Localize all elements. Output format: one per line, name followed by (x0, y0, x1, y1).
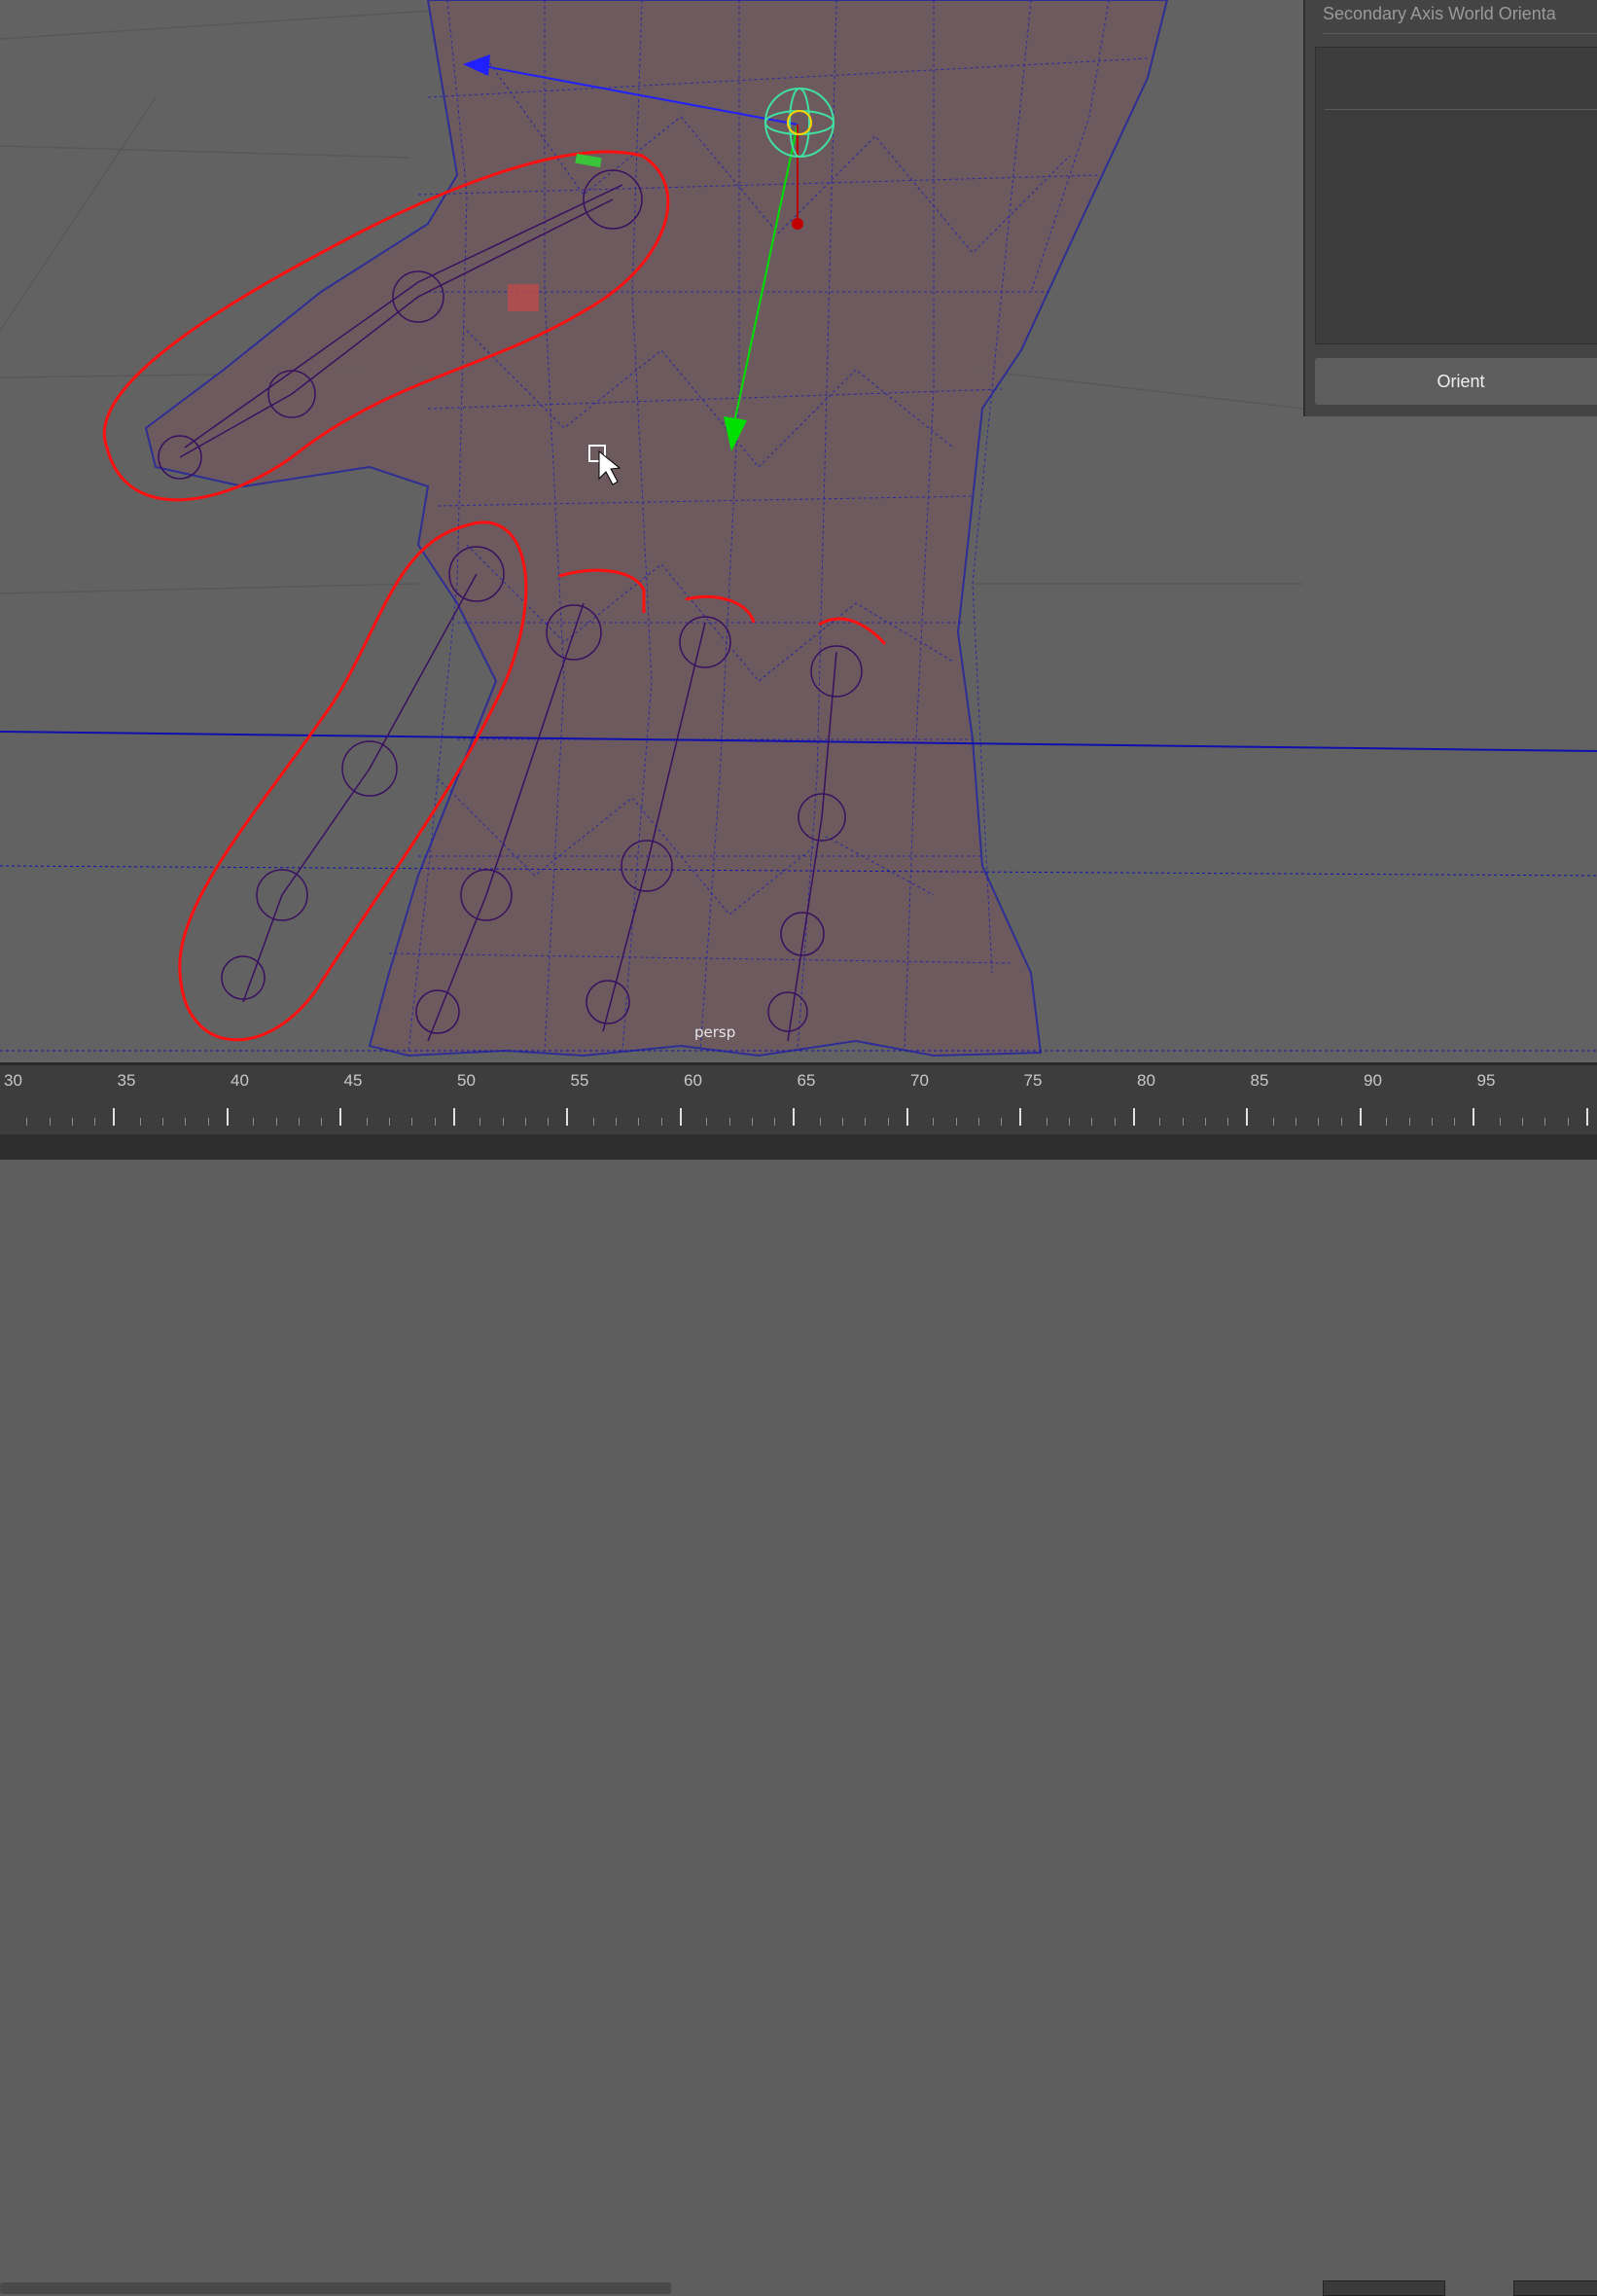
timeline-tick (679, 1108, 682, 1126)
timeline-minor-tick (207, 1118, 209, 1126)
timeline-tick-label: 75 (1023, 1071, 1043, 1090)
timeline-tick (793, 1108, 795, 1126)
timeline-minor-tick (955, 1118, 957, 1126)
timeline-minor-tick (434, 1118, 436, 1126)
timeline-minor-tick (1544, 1118, 1546, 1126)
timeline-minor-tick (479, 1118, 481, 1126)
timeline-minor-tick (819, 1118, 821, 1126)
timeline-minor-tick (1159, 1118, 1161, 1126)
timeline-minor-tick (1272, 1118, 1274, 1126)
timeline-minor-tick (1340, 1118, 1342, 1126)
divider (1325, 109, 1597, 110)
timeline-minor-tick (1408, 1118, 1410, 1126)
timeline-tick (339, 1108, 341, 1126)
time-slider[interactable]: 30 35 40 45 50 55 60 65 70 75 80 85 90 95 (0, 1062, 1597, 1135)
secondary-axis-world-orient-label: Secondary Axis World Orienta (1323, 0, 1597, 34)
timeline-tick-label: 60 (684, 1071, 702, 1090)
timeline-tick-label: 35 (117, 1071, 136, 1090)
timeline-tick (226, 1108, 229, 1126)
timeline-minor-tick (751, 1118, 753, 1126)
timeline-minor-tick (94, 1118, 96, 1126)
timeline-minor-tick (865, 1118, 867, 1126)
timeline-tick-label: 80 (1137, 1071, 1155, 1090)
timeline-tick (1019, 1108, 1021, 1126)
timeline-tick-label: 90 (1364, 1071, 1382, 1090)
timeline-tick (452, 1108, 455, 1126)
timeline-tick-label: 70 (910, 1071, 929, 1090)
timeline-minor-tick (616, 1118, 618, 1126)
timeline-minor-tick (774, 1118, 776, 1126)
timeline-tick (1473, 1108, 1474, 1126)
timeline-minor-tick (366, 1118, 368, 1126)
timeline-minor-tick (1182, 1118, 1184, 1126)
timeline-tick (1246, 1108, 1248, 1126)
range-end-field[interactable] (1513, 2280, 1597, 2296)
options-area (1315, 47, 1597, 344)
timeline-minor-tick (933, 1118, 935, 1126)
timeline-minor-tick (1431, 1118, 1433, 1126)
timeline-minor-tick (411, 1118, 413, 1126)
timeline-minor-tick (321, 1118, 323, 1126)
timeline-minor-tick (185, 1118, 187, 1126)
timeline-minor-tick (1567, 1118, 1569, 1126)
timeline-minor-tick (638, 1118, 640, 1126)
timeline-minor-tick (1114, 1118, 1116, 1126)
timeline-minor-tick (253, 1118, 255, 1126)
timeline-tick-label: 30 (4, 1071, 22, 1090)
timeline-minor-tick (1295, 1118, 1297, 1126)
timeline-tick-label: 45 (343, 1071, 363, 1090)
timeline-minor-tick (977, 1118, 979, 1126)
timeline-minor-tick (1499, 1118, 1501, 1126)
timeline-minor-tick (1204, 1118, 1206, 1126)
timeline-minor-tick (389, 1118, 391, 1126)
timeline-tick (1359, 1108, 1362, 1126)
joint-orient-panel: Secondary Axis World Orienta Orient (1303, 0, 1597, 416)
range-start-field[interactable] (1323, 2280, 1445, 2296)
timeline-minor-tick (660, 1118, 662, 1126)
timeline-minor-tick (49, 1118, 51, 1126)
timeline-minor-tick (71, 1118, 73, 1126)
timeline-tick-label: 85 (1250, 1071, 1269, 1090)
timeline-minor-tick (275, 1118, 277, 1126)
timeline-tick (1132, 1108, 1135, 1126)
timeline-tick (905, 1108, 908, 1126)
timeline-tick-label: 55 (570, 1071, 589, 1090)
timeline-minor-tick (1522, 1118, 1524, 1126)
timeline-minor-tick (524, 1118, 526, 1126)
timeline-tick-label: 40 (231, 1071, 249, 1090)
timeline-minor-tick (1386, 1118, 1388, 1126)
range-slider[interactable] (0, 2282, 671, 2294)
range-slider-bar (0, 1134, 1597, 2296)
camera-label: persp (694, 1023, 736, 1041)
timeline-minor-tick (502, 1118, 504, 1126)
timeline-minor-tick (162, 1118, 164, 1126)
timeline-minor-tick (26, 1118, 28, 1126)
timeline-minor-tick (298, 1118, 300, 1126)
timeline-minor-tick (548, 1118, 550, 1126)
timeline-minor-tick (1091, 1118, 1093, 1126)
timeline-minor-tick (1318, 1118, 1320, 1126)
timeline-minor-tick (842, 1118, 844, 1126)
z-axis-handle-icon (792, 218, 803, 230)
timeline-minor-tick (592, 1118, 594, 1126)
selection-marker-red (508, 284, 539, 311)
timeline-tick-label: 95 (1476, 1071, 1496, 1090)
timeline-minor-tick (728, 1118, 730, 1126)
timeline-minor-tick (139, 1118, 141, 1126)
orient-button[interactable]: Orient (1315, 358, 1597, 405)
timeline-minor-tick (1069, 1118, 1071, 1126)
timeline-minor-tick (1001, 1118, 1003, 1126)
timeline-minor-tick (706, 1118, 708, 1126)
timeline-tick (566, 1108, 568, 1126)
timeline-tick (113, 1108, 115, 1126)
timeline-minor-tick (1227, 1118, 1229, 1126)
timeline-minor-tick (1454, 1118, 1456, 1126)
timeline-minor-tick (887, 1118, 889, 1126)
timeline-tick-label: 50 (457, 1071, 476, 1090)
timeline-tick (1585, 1108, 1588, 1126)
timeline-tick-label: 65 (797, 1071, 816, 1090)
